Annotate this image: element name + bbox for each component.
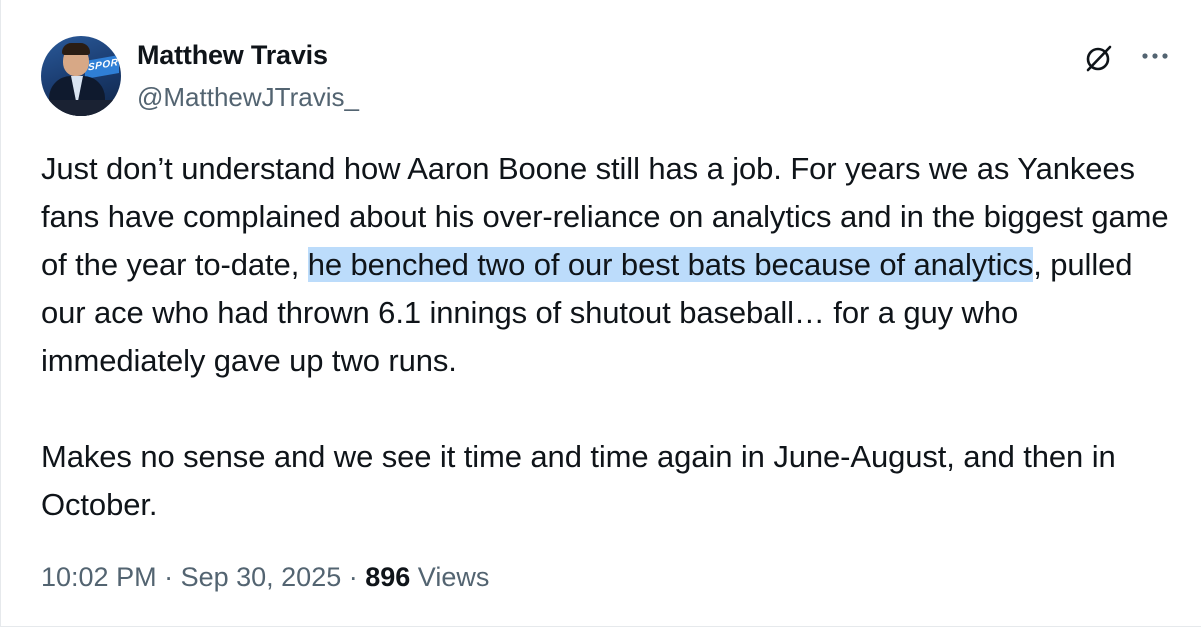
tweet-text: Just don’t understand how Aaron Boone st… <box>41 145 1171 529</box>
tweet-paragraph-2: Makes no sense and we see it time and ti… <box>41 439 1125 522</box>
avatar-background-screen: SPORTS <box>85 54 121 79</box>
author-name[interactable]: Matthew Travis <box>137 40 328 71</box>
tweet-time[interactable]: 10:02 PM <box>41 562 157 592</box>
meta-separator: · <box>341 562 366 592</box>
avatar-desk <box>41 100 121 116</box>
tweet-card: SPORTS Matthew Travis @MatthewJTravis_ J… <box>0 0 1201 627</box>
tweet-text-highlight: he benched two of our best bats because … <box>307 247 1034 282</box>
tweet-metadata: 10:02 PM · Sep 30, 2025 · 896 Views <box>41 562 489 593</box>
avatar-hair <box>62 43 90 55</box>
avatar[interactable]: SPORTS <box>41 36 121 116</box>
tweet-date[interactable]: Sep 30, 2025 <box>181 562 342 592</box>
author-handle[interactable]: @MatthewJTravis_ <box>137 82 359 113</box>
meta-separator: · <box>156 562 181 592</box>
grok-icon[interactable] <box>1083 42 1115 74</box>
views-label: Views <box>410 562 490 592</box>
tweet-paragraph-1: Just don’t understand how Aaron Boone st… <box>41 145 1171 385</box>
more-options-icon[interactable] <box>1139 46 1171 66</box>
views-count[interactable]: 896 <box>365 562 410 592</box>
avatar-screen-text: SPORTS <box>88 54 121 74</box>
